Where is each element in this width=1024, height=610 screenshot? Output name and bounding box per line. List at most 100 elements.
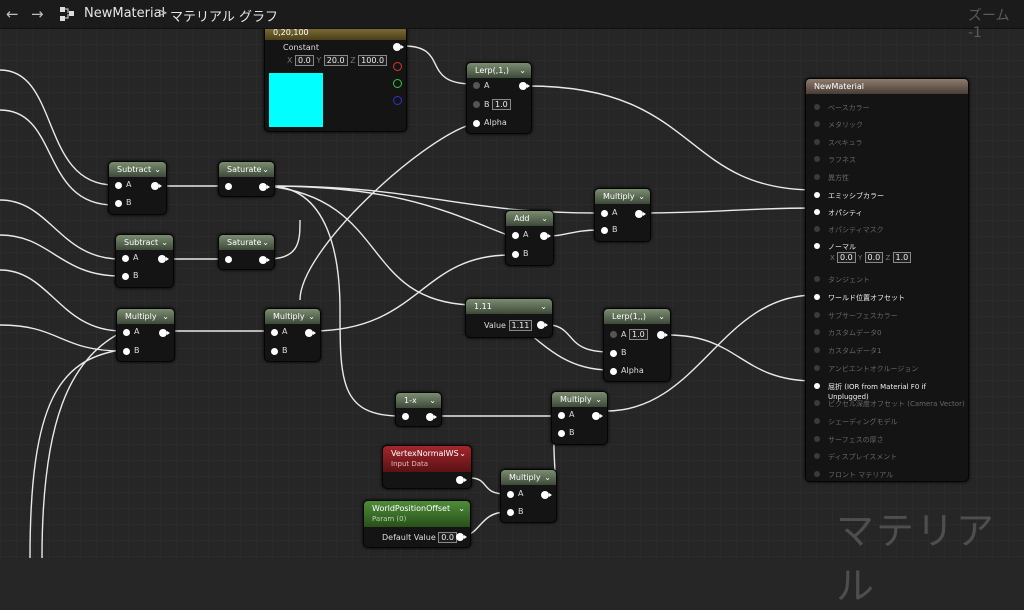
input-pin[interactable] [122,255,129,262]
input-pin[interactable] [610,331,617,338]
material-input-pin[interactable] [814,121,820,127]
output-pin[interactable] [540,232,551,240]
add-node[interactable]: Add ⌄ A B [505,210,554,266]
normal-x-field[interactable]: 0.0 [837,252,856,263]
output-pin[interactable] [305,329,316,337]
multiply-node[interactable]: Multiply ⌄ A B [264,308,321,362]
constant-node[interactable]: 1.11 ⌄ Value 1.11 [465,298,553,338]
multiply-node[interactable]: Multiply ⌄ A B [500,469,557,523]
input-pin[interactable] [271,329,278,336]
input-pin[interactable] [507,509,514,516]
constant3-node[interactable]: 0,20,100 Constant X 0.0 Y 20.0 Z 100.0 [264,24,407,132]
output-pin[interactable] [259,183,270,191]
breadcrumb-graph[interactable]: マテリアル グラフ [170,6,278,25]
input-pin[interactable] [402,413,409,420]
input-pin[interactable] [512,232,519,239]
output-pin[interactable] [393,43,404,51]
normal-z-field[interactable]: 1.0 [892,252,912,263]
output-pin[interactable] [592,412,603,420]
material-input-pin[interactable] [814,436,820,442]
material-input-pin[interactable] [814,418,820,424]
material-input-pin[interactable] [814,383,820,389]
breadcrumb-asset[interactable]: NewMaterial [84,6,165,21]
output-pin[interactable] [537,321,548,329]
material-input-pin[interactable] [814,192,820,198]
output-pin[interactable] [456,533,467,541]
multiply-node[interactable]: Multiply ⌄ A B [551,391,608,445]
input-pin[interactable] [115,182,122,189]
saturate-node[interactable]: Saturate ⌄ [218,161,275,197]
multiply-node[interactable]: Multiply ⌄ A B [594,188,651,242]
back-icon[interactable]: ← [6,5,19,23]
default-value-field[interactable]: 0.0 [438,532,458,543]
material-input-pin[interactable] [814,209,820,215]
material-input-pin[interactable] [814,312,820,318]
subtract-node[interactable]: Subtract ⌄ A B [115,234,174,288]
input-pin[interactable] [123,329,130,336]
input-pin[interactable] [558,412,565,419]
output-pin-g[interactable] [393,79,402,88]
forward-icon[interactable]: → [31,5,44,23]
input-pin[interactable] [601,210,608,217]
material-result-node[interactable]: NewMaterial ベースカラー メタリック スペキュラ ラフネス 異方性 エミッシブ… [805,78,969,482]
output-pin[interactable] [159,329,170,337]
input-pin[interactable] [601,227,608,234]
input-pin[interactable] [512,251,519,258]
output-pin[interactable] [657,331,668,339]
material-input-pin[interactable] [814,226,820,232]
lerp-node[interactable]: Lerp(,1,) ⌄ A B 1.0 Alpha [466,62,532,134]
input-pin[interactable] [610,368,617,375]
material-input-pin[interactable] [814,471,820,477]
world-position-offset-param-node[interactable]: WorldPositionOffset Param (0) ⌄ Default … [363,500,471,548]
material-input-pin[interactable] [814,400,820,406]
saturate-node[interactable]: Saturate ⌄ [218,234,275,270]
output-pin[interactable] [541,491,552,499]
pin-label: B [126,198,132,207]
a-field[interactable]: 1.0 [629,329,648,340]
output-pin[interactable] [635,210,646,218]
input-pin[interactable] [115,200,122,207]
material-input-pin[interactable] [814,276,820,282]
material-input-pin[interactable] [814,104,820,110]
material-input-pin[interactable] [814,139,820,145]
material-input-pin[interactable] [814,453,820,459]
input-pin[interactable] [225,183,232,190]
output-pin[interactable] [151,182,162,190]
input-pin[interactable] [610,350,617,357]
input-pin[interactable] [473,101,480,108]
one-minus-node[interactable]: 1-x ⌄ [395,392,442,427]
vertex-normal-ws-node[interactable]: VertexNormalWS Input Data ⌄ [382,445,472,489]
subtract-node[interactable]: Subtract ⌄ A B [108,161,167,215]
value-field[interactable]: 1.11 [508,320,533,331]
material-input-pin[interactable] [814,329,820,335]
z-field[interactable]: 100.0 [358,55,388,66]
output-pin[interactable] [158,255,169,263]
material-input-pin[interactable] [814,174,820,180]
output-pin-b[interactable] [393,96,402,105]
output-pin[interactable] [456,476,467,484]
output-pin[interactable] [259,256,270,264]
multiply-node[interactable]: Multiply ⌄ A B [116,308,175,362]
output-pin[interactable] [426,413,437,421]
material-input-pin[interactable] [814,347,820,353]
lerp-node[interactable]: Lerp(1,,) ⌄ A 1.0 B Alpha [603,308,671,382]
input-pin[interactable] [122,273,129,280]
normal-y-field[interactable]: 0.0 [864,252,884,263]
output-pin-r[interactable] [393,62,402,71]
material-input-pin[interactable] [814,365,820,371]
input-pin[interactable] [507,491,514,498]
b-field[interactable]: 1.0 [492,99,511,110]
output-pin[interactable] [519,82,530,90]
input-pin[interactable] [473,120,480,127]
input-pin[interactable] [473,82,480,89]
input-pin[interactable] [558,430,565,437]
x-field[interactable]: 0.0 [295,55,314,66]
y-field[interactable]: 20.0 [323,55,348,66]
material-input-pin[interactable] [814,294,820,300]
input-pin[interactable] [123,348,130,355]
pin-label: B [621,348,627,357]
material-input-pin[interactable] [814,156,820,162]
input-pin[interactable] [271,348,278,355]
input-pin[interactable] [225,256,232,263]
material-input-pin[interactable] [814,243,820,249]
